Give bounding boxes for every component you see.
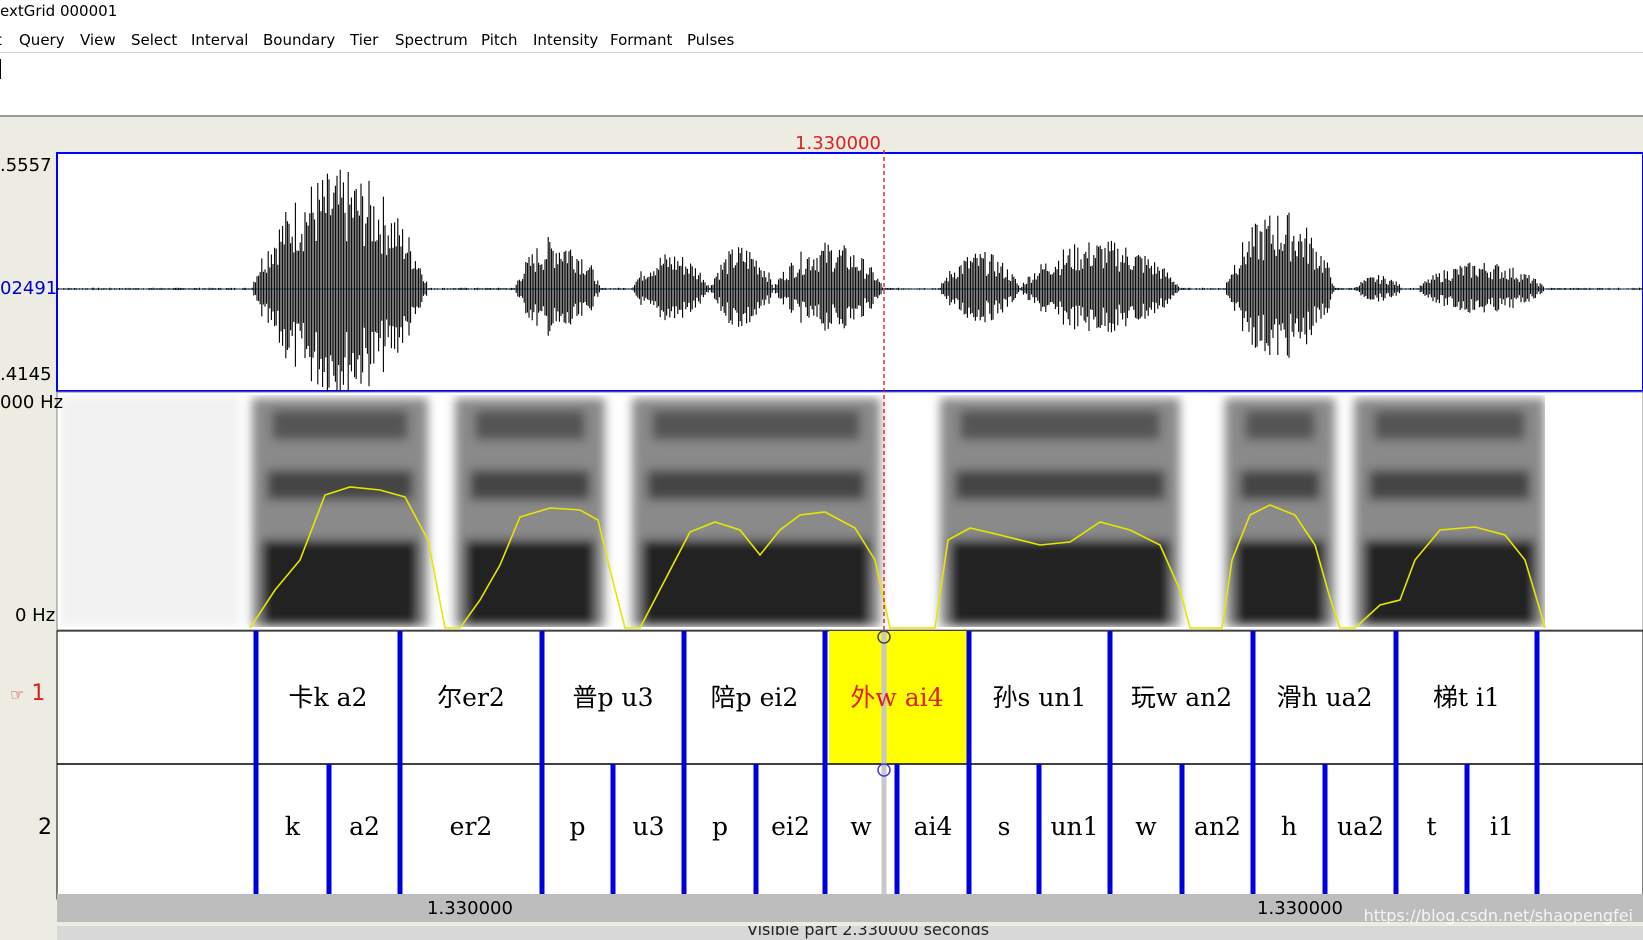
watermark: https://blog.csdn.net/shaopengfei xyxy=(1363,906,1633,925)
spectrogram-top-label: 000 Hz xyxy=(0,392,64,413)
right-time-label: 1.330000 xyxy=(1257,898,1343,919)
tier-2-number[interactable]: 2 xyxy=(38,815,52,840)
tier-2-interval-label[interactable]: p xyxy=(712,812,728,841)
tier-2-interval-label[interactable]: er2 xyxy=(450,812,493,841)
waveform-max-label: .5557 xyxy=(0,155,52,176)
tier-1-number: 1 xyxy=(31,681,46,706)
tier-2-interval-label[interactable]: un1 xyxy=(1050,812,1098,841)
tier-2-interval-label[interactable]: w xyxy=(850,812,871,841)
tier-2-interval-label[interactable]: ei2 xyxy=(771,812,810,841)
spectrogram-bottom-label: 0 Hz xyxy=(15,605,56,626)
tier-1-interval-label[interactable]: 卡k a2 xyxy=(289,678,368,714)
tier-2-interval-label[interactable]: u3 xyxy=(632,812,664,841)
tier-2-interval-label[interactable]: ai4 xyxy=(914,812,953,841)
tier-2-interval-label[interactable]: h xyxy=(1281,812,1297,841)
waveform-zero-label: 02491 xyxy=(0,278,58,299)
tier-1-interval-label[interactable]: 陪p ei2 xyxy=(711,678,799,714)
tier-1-interval-label[interactable]: 滑h ua2 xyxy=(1277,678,1373,714)
tier-1-interval-label[interactable]: 外w ai4 xyxy=(850,678,943,714)
left-time-label: 1.330000 xyxy=(427,898,513,919)
tier-2-interval-label[interactable]: an2 xyxy=(1194,812,1241,841)
cursor-time-label: 1.330000 xyxy=(795,133,881,154)
tier-2-interval-label[interactable]: s xyxy=(998,812,1011,841)
tier-2-interval-label[interactable]: w xyxy=(1135,812,1156,841)
tier-1-label[interactable]: ☞ 1 xyxy=(10,681,45,706)
visible-part-bar[interactable]: Visible part 2.330000 seconds xyxy=(57,926,1643,940)
tier-1-interval-label[interactable]: 梯t i1 xyxy=(1433,678,1500,714)
waveform-min-label: .4145 xyxy=(0,364,52,385)
tier-2-interval-label[interactable]: a2 xyxy=(349,812,380,841)
tier-2-interval-label[interactable]: k xyxy=(285,812,300,841)
tier-1-interval-label[interactable]: 孙s un1 xyxy=(993,678,1087,714)
pointing-hand-icon: ☞ xyxy=(10,685,25,704)
tier-2-interval-label[interactable]: t xyxy=(1426,812,1436,841)
tier-2-interval-label[interactable]: i1 xyxy=(1490,812,1514,841)
tier-2-interval-label[interactable]: ua2 xyxy=(1337,812,1384,841)
tier-2-interval-label[interactable]: p xyxy=(569,812,585,841)
visible-part-label: Visible part 2.330000 seconds xyxy=(747,926,990,939)
tier-1-interval-label[interactable]: 尔er2 xyxy=(437,678,505,714)
tier-1-interval-label[interactable]: 普p u3 xyxy=(573,678,654,714)
tier-1-interval-label[interactable]: 玩w an2 xyxy=(1131,678,1232,714)
spectrogram-image xyxy=(60,395,1545,627)
